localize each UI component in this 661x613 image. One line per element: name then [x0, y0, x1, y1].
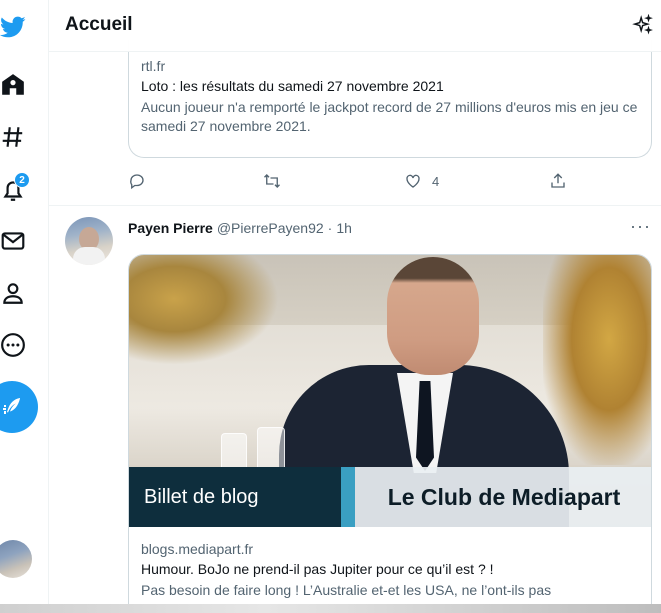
compose-tweet-icon: [3, 398, 20, 414]
timeline-column: rtl.fr Loto : les résultats du samedi 27…: [48, 0, 661, 613]
card-title: Humour. BoJo ne prend-il pas Jupiter pou…: [141, 561, 494, 577]
page-title: Accueil: [65, 14, 133, 35]
account-avatar[interactable]: [0, 540, 32, 578]
timeline-header: Accueil: [49, 0, 661, 52]
like-count: 4: [432, 173, 440, 189]
card-description: Pas besoin de faire long ! L’Australie e…: [141, 582, 552, 598]
card-domain: rtl.fr: [141, 58, 166, 74]
tweet-time[interactable]: 1h: [336, 220, 352, 236]
explore-hash-icon[interactable]: [0, 122, 28, 152]
retweet-button[interactable]: [263, 170, 281, 192]
tweet-actions: 4: [128, 170, 628, 192]
bottom-edge: [0, 604, 661, 613]
author-handle[interactable]: @PierrePayen92: [217, 220, 324, 236]
retweet-icon: [264, 174, 280, 188]
link-card[interactable]: Billet de blog Le Club de Mediapart blog…: [128, 254, 652, 613]
author-name[interactable]: Payen Pierre: [128, 220, 213, 236]
card-description: Aucun joueur n'a remporté le jackpot rec…: [141, 99, 638, 134]
heart-icon: [406, 174, 420, 188]
reply-button[interactable]: [128, 170, 146, 192]
sparkle-icon[interactable]: [632, 14, 654, 36]
link-card[interactable]: rtl.fr Loto : les résultats du samedi 27…: [128, 40, 652, 158]
compose-tweet-button[interactable]: [0, 381, 38, 433]
twitter-logo-icon[interactable]: [0, 12, 28, 42]
banner-club-text: Le Club de Mediapart: [387, 483, 621, 510]
separator-dot: ·: [327, 220, 333, 236]
card-title: Loto : les résultats du samedi 27 novemb…: [141, 78, 444, 94]
image-gold-ornament: [129, 255, 279, 365]
notifications-badge: 2: [14, 172, 30, 188]
card-domain: blogs.mediapart.fr: [141, 541, 254, 557]
banner-billet: Billet de blog: [129, 467, 341, 527]
image-person-head: [387, 257, 479, 375]
banner-club: Le Club de Mediapart: [355, 467, 651, 527]
card-image: Billet de blog Le Club de Mediapart: [129, 255, 651, 527]
avatar-body: [73, 247, 105, 265]
more-circle-icon[interactable]: [0, 330, 28, 360]
messages-mail-icon[interactable]: [0, 226, 28, 256]
tweet-header: Payen Pierre @PierrePayen92 · 1h: [128, 220, 352, 236]
reply-icon: [130, 174, 144, 190]
author-avatar[interactable]: [65, 217, 113, 265]
share-button[interactable]: [549, 170, 567, 192]
like-button[interactable]: 4: [404, 170, 439, 192]
more-options-button[interactable]: ···: [630, 216, 651, 237]
banner-billet-text: Billet de blog: [144, 485, 259, 508]
home-icon[interactable]: [0, 70, 28, 100]
banner-stripe: [341, 467, 355, 527]
share-icon: [551, 173, 565, 188]
divider: [49, 205, 661, 206]
nav-rail: 2: [0, 0, 48, 613]
profile-icon[interactable]: [0, 278, 28, 308]
